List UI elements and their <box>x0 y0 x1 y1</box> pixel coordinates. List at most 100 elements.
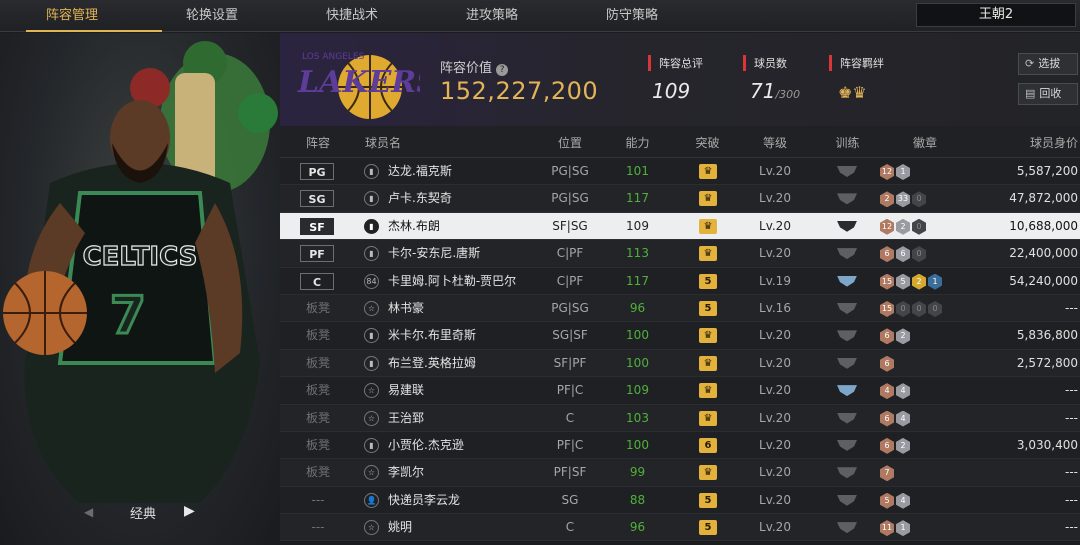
table-row[interactable]: --- ☆ 姚明 C 96 5 Lv.20 11 1 --- <box>280 514 1080 542</box>
table-row[interactable]: 板凳 ☆ 林书豪 PG|SG 96 5 Lv.16 15 0 0 0 --- <box>280 294 1080 323</box>
player-name[interactable]: 王治郅 <box>388 405 424 432</box>
header-name[interactable]: 球员名 <box>365 134 425 151</box>
breakthrough-crown-icon: ♛ <box>699 465 717 481</box>
badge-group: 64 <box>880 410 910 427</box>
tab-lineup-management[interactable]: 阵容管理 <box>22 0 162 32</box>
table-row[interactable]: 板凳 ☆ 王治郅 C 103 ♛ Lv.20 64 --- <box>280 404 1080 432</box>
header-position[interactable]: 位置 <box>530 134 610 151</box>
team-summary-header: LOS ANGELES LAKERS 阵容价值 ? 152,227,200 阵容… <box>280 33 1080 126</box>
tab-quick-tactics[interactable]: 快捷战术 <box>302 0 402 32</box>
player-name[interactable]: 杰林.布朗 <box>388 213 440 240</box>
dynasty-selector[interactable]: 王朝2 <box>916 3 1076 27</box>
training-icon[interactable] <box>837 385 857 397</box>
player-name[interactable]: 林书豪 <box>388 295 424 322</box>
player-name[interactable]: 卢卡.东契奇 <box>388 185 452 212</box>
player-name[interactable]: 小贾伦.杰克逊 <box>388 432 464 459</box>
player-name[interactable]: 米卡尔.布里奇斯 <box>388 322 476 349</box>
tab-offense-strategy[interactable]: 进攻策略 <box>442 0 542 32</box>
player-name[interactable]: 卡尔-安东尼.唐斯 <box>388 240 480 267</box>
table-row[interactable]: 板凳 ▮ 米卡尔.布里奇斯 SG|SF 100 ♛ Lv.20 62 5,836… <box>280 322 1080 350</box>
signal-icon: ▮ <box>364 328 379 344</box>
player-name[interactable]: 易建联 <box>388 377 424 404</box>
refresh-icon: ⟳ <box>1025 57 1035 70</box>
table-row[interactable]: PF ▮ 卡尔-安东尼.唐斯 C|PF 113 ♛ Lv.20 660 22,4… <box>280 240 1080 268</box>
player-value: 54,240,000 <box>1009 273 1078 288</box>
training-icon[interactable] <box>837 467 857 479</box>
breakthrough-crown-icon: ♛ <box>699 191 717 207</box>
header-slot[interactable]: 阵容 <box>300 134 336 151</box>
header-player-value[interactable]: 球员身价 <box>980 134 1078 151</box>
badge-icon: 33 <box>896 191 910 208</box>
player-name[interactable]: 快递员李云龙 <box>388 487 460 514</box>
next-card-arrow-icon[interactable]: ▶ <box>184 503 195 519</box>
table-row[interactable]: 板凳 ☆ 李凯尔 PF|SF 99 ♛ Lv.20 7 --- <box>280 459 1080 487</box>
player-name[interactable]: 达龙.福克斯 <box>388 158 452 185</box>
table-row[interactable]: SF ▮ 杰林.布朗 SF|SG 109 ♛ Lv.20 12 2 0 10,688… <box>280 212 1080 241</box>
training-icon[interactable] <box>837 166 857 177</box>
training-icon[interactable] <box>837 220 857 232</box>
header-breakthrough[interactable]: 突破 <box>680 134 735 151</box>
signal-icon: ▮ <box>364 218 379 234</box>
player-position: PF|C <box>556 383 584 398</box>
previous-card-arrow-icon[interactable]: ◀ <box>84 505 93 519</box>
lakers-logo: LOS ANGELES LAKERS <box>297 52 420 119</box>
bond-icon[interactable]: ♚♛ <box>838 83 867 102</box>
breakthrough-crown-icon: 5 <box>699 273 717 289</box>
header-level[interactable]: 等级 <box>745 134 805 151</box>
header-badges[interactable]: 徽章 <box>885 134 965 151</box>
table-row[interactable]: --- 👤 快递员李云龙 SG 88 5 Lv.20 54 --- <box>280 486 1080 515</box>
training-icon[interactable] <box>837 412 857 424</box>
badge-icon: 0 <box>928 300 942 317</box>
player-position: PG|SG <box>551 191 589 206</box>
player-name[interactable]: 姚明 <box>388 514 412 541</box>
player-name[interactable]: 卡里姆.阿卜杜勒-贾巴尔 <box>388 268 516 295</box>
signal-icon: ▮ <box>364 191 379 207</box>
training-icon[interactable] <box>837 302 857 314</box>
training-icon[interactable] <box>837 357 857 369</box>
training-icon[interactable] <box>837 522 857 534</box>
svg-text:LOS ANGELES: LOS ANGELES <box>302 52 365 62</box>
player-value: 5,836,800 <box>1016 328 1078 343</box>
breakthrough-crown-icon: ♛ <box>699 383 717 399</box>
player-ability: 100 <box>626 328 649 343</box>
table-row[interactable]: 板凳 ☆ 易建联 PF|C 109 ♛ Lv.20 44 --- <box>280 377 1080 405</box>
tab-defense-strategy[interactable]: 防守策略 <box>582 0 682 32</box>
player-position: C <box>565 410 575 425</box>
badge-icon: 1 <box>896 520 910 537</box>
help-icon[interactable]: ? <box>496 64 509 76</box>
player-name[interactable]: 李凯尔 <box>388 459 424 486</box>
document-icon: ▤ <box>1025 87 1036 100</box>
badge-icon: 6 <box>880 437 894 454</box>
breakthrough-crown-icon: ♛ <box>699 246 717 262</box>
table-row[interactable]: 板凳 ▮ 小贾伦.杰克逊 PF|C 100 6 Lv.20 62 3,030,4… <box>280 431 1080 460</box>
select-button[interactable]: ⟳ 选拔 <box>1018 53 1078 75</box>
table-row[interactable]: 板凳 ▮ 布兰登.英格拉姆 SF|PF 100 ♛ Lv.20 6 2,572,… <box>280 349 1080 378</box>
breakthrough-crown-icon: ♛ <box>699 164 717 179</box>
player-count-value: 71/300 <box>750 79 801 103</box>
badge-group: 6 <box>880 355 894 372</box>
header-ability[interactable]: 能力 <box>610 134 665 151</box>
training-icon[interactable] <box>837 330 857 342</box>
tab-rotation-settings[interactable]: 轮换设置 <box>162 0 262 32</box>
card-name: 经典 <box>129 507 156 522</box>
training-icon[interactable] <box>837 193 857 205</box>
training-icon[interactable] <box>837 275 857 287</box>
badge-group: 12 1 <box>880 164 910 180</box>
training-icon[interactable] <box>837 494 857 506</box>
training-icon[interactable] <box>837 248 857 260</box>
player-position: PF|C <box>556 437 584 452</box>
player-value: 5,587,200 <box>1016 164 1078 178</box>
recycle-button[interactable]: ▤ 回收 <box>1018 83 1078 105</box>
training-icon[interactable] <box>837 439 857 451</box>
table-row[interactable]: SG ▮ 卢卡.东契奇 PG|SG 117 ♛ Lv.20 2 33 0 47,87… <box>280 185 1080 213</box>
player-level: Lv.16 <box>759 300 791 315</box>
table-row[interactable]: PG ▮ 达龙.福克斯 PG|SG 101 ♛ Lv.20 12 1 5,587,… <box>280 158 1080 186</box>
badge-group: 15 0 0 0 <box>880 300 942 317</box>
player-position: C <box>565 520 575 535</box>
player-name[interactable]: 布兰登.英格拉姆 <box>388 350 476 377</box>
header-training[interactable]: 训练 <box>820 134 875 151</box>
table-row[interactable]: C 84 卡里姆.阿卜杜勒-贾巴尔 C|PF 117 5 Lv.19 15 5 2 1… <box>280 267 1080 295</box>
player-level: Lv.19 <box>759 273 791 288</box>
player-level: Lv.20 <box>759 218 791 233</box>
badge-icon: 1 <box>928 273 942 290</box>
